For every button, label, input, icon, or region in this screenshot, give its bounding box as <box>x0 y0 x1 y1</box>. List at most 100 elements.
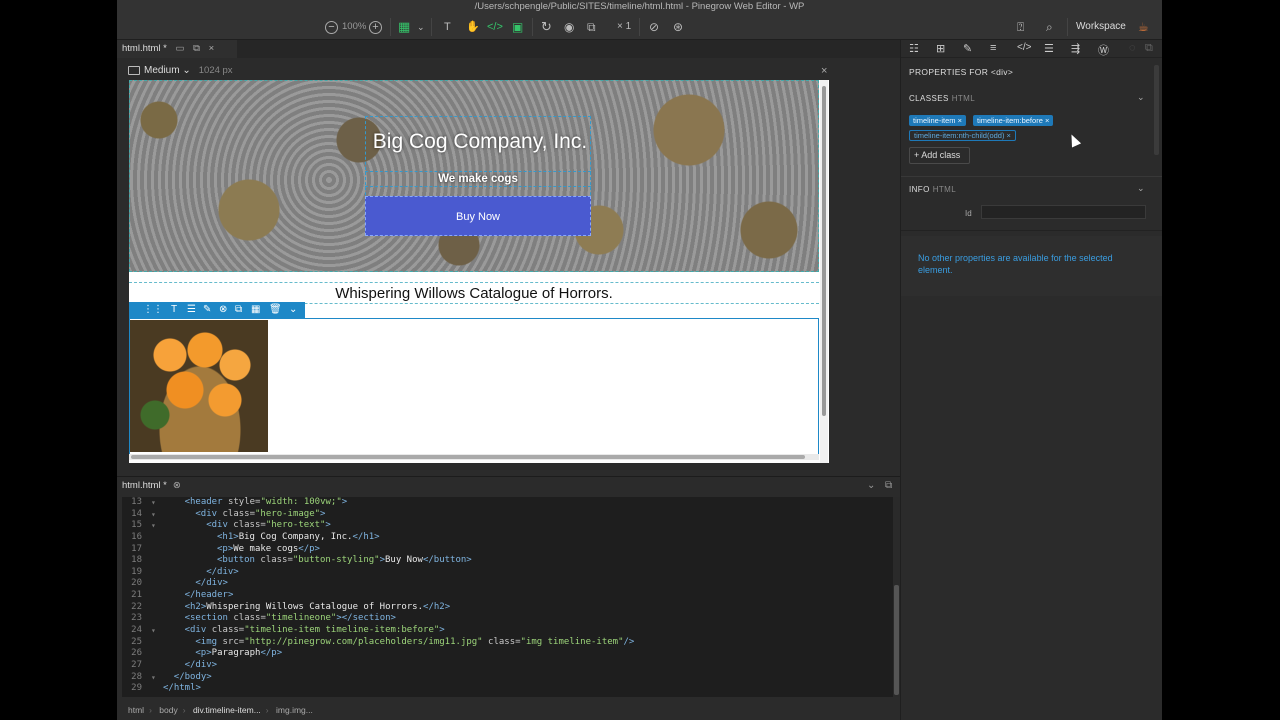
timeline-image[interactable] <box>130 320 268 452</box>
multiplier-label[interactable]: × 1 <box>617 18 631 36</box>
style-icon[interactable]: ✎ <box>963 42 972 55</box>
class-tag[interactable]: timeline-item:nth-child(odd) × <box>909 130 1016 141</box>
properties-title: PROPERTIES FOR <div> <box>909 67 1014 77</box>
breadcrumb-item[interactable]: div.timeline-item... <box>193 705 261 715</box>
code-text: <p>We make cogs</p> <box>217 543 320 554</box>
fold-icon[interactable]: ▾ <box>151 672 156 684</box>
buy-now-button[interactable]: Buy Now <box>365 196 591 236</box>
toolbar-separator <box>532 18 533 36</box>
class-tag[interactable]: timeline-item:before × <box>973 115 1054 126</box>
export-icon[interactable]: ⧉ <box>587 18 596 36</box>
id-field[interactable] <box>981 205 1146 219</box>
code-line[interactable]: 24 ▾ <div class="timeline-item timeline-it… <box>122 625 895 637</box>
code-split-icon[interactable]: ▣ <box>512 18 523 36</box>
grid-icon[interactable]: ▦ <box>251 302 260 318</box>
library-icon[interactable]: ⊞ <box>936 42 945 55</box>
zoom-level[interactable]: 100% <box>342 18 366 36</box>
wordpress-icon[interactable]: Ⓦ <box>1098 42 1109 58</box>
close-icon[interactable]: × <box>821 65 827 77</box>
undock-icon[interactable]: ⧉ <box>885 480 892 491</box>
refresh-icon[interactable]: ↻ <box>541 18 552 36</box>
device-selector[interactable]: Medium ⌄ 1024 px <box>128 64 233 78</box>
sliders-icon[interactable]: ☰ <box>187 302 196 318</box>
breadcrumb-item[interactable]: html <box>128 705 144 715</box>
help-icon[interactable]: ⍰ <box>1017 18 1024 36</box>
section-heading[interactable]: Whispering Willows Catalogue of Horrors. <box>129 282 819 304</box>
window-icon[interactable]: ▭ <box>176 43 185 54</box>
code-line[interactable]: 29 </html> <box>122 683 895 695</box>
search-icon[interactable]: ⌕ <box>1046 18 1053 36</box>
code-line[interactable]: 13 ▾ <header style="width: 100vw;"> <box>122 497 895 509</box>
code-line[interactable]: 21 </header> <box>122 590 895 602</box>
code-line[interactable]: 23 <section class="timelineone"></section… <box>122 613 895 625</box>
text-tool-icon[interactable]: T <box>444 18 451 36</box>
settings-icon[interactable]: ⊛ <box>673 18 683 36</box>
code-line[interactable]: 15 ▾ <div class="hero-text"> <box>122 520 895 532</box>
chevron-down-icon[interactable]: ⌄ <box>867 480 875 491</box>
classes-section-header[interactable]: CLASSES HTML <box>909 94 975 103</box>
properties-icon[interactable]: ☷ <box>909 42 919 55</box>
code-line[interactable]: 17 <p>We make cogs</p> <box>122 544 895 556</box>
line-number: 17 <box>131 543 142 554</box>
horizontal-scrollbar[interactable] <box>129 454 819 460</box>
page-canvas[interactable]: Big Cog Company, Inc. We make cogs Buy N… <box>129 80 829 463</box>
info-section-header[interactable]: INFO HTML <box>909 185 956 194</box>
code-line[interactable]: 22 <h2>Whispering Willows Catalogue of Ho… <box>122 602 895 614</box>
code-line[interactable]: 18 <button class="button-styling">Buy Now… <box>122 555 895 567</box>
hero-title[interactable]: Big Cog Company, Inc. <box>365 130 595 154</box>
fold-icon[interactable]: ▾ <box>151 625 156 637</box>
tree-icon[interactable]: ☰ <box>1044 42 1054 55</box>
edit-icon[interactable]: ⧉ <box>193 43 200 54</box>
line-number: 24 <box>131 625 142 636</box>
text-icon[interactable]: T <box>171 302 177 318</box>
components-icon[interactable]: ⇶ <box>1071 42 1080 55</box>
code-scrollbar[interactable] <box>893 497 900 697</box>
code-line[interactable]: 28 ▾ </body> <box>122 672 895 684</box>
preview-icon[interactable]: ◉ <box>564 18 574 36</box>
class-tag[interactable]: timeline-item × <box>909 115 966 126</box>
breadcrumb-item[interactable]: body <box>159 705 177 715</box>
zoom-in-icon[interactable]: + <box>369 18 382 36</box>
code-line[interactable]: 20 </div> <box>122 578 895 590</box>
fold-icon[interactable]: ▾ <box>151 520 156 532</box>
chevron-down-icon[interactable]: ⌄ <box>417 18 425 36</box>
chevron-down-icon[interactable]: ⌄ <box>1137 183 1145 194</box>
code-line[interactable]: 27 </div> <box>122 660 895 672</box>
tab-html[interactable]: html.html * ▭ ⧉ × <box>117 40 237 58</box>
eye-icon[interactable]: ◌ <box>1129 42 1136 54</box>
trash-icon[interactable]: 🗑 <box>269 302 282 318</box>
panel-scrollbar[interactable] <box>1154 65 1159 155</box>
brush-icon[interactable]: ✎ <box>203 302 211 318</box>
code-line[interactable]: 19 </div> <box>122 567 895 579</box>
zoom-out-icon[interactable]: − <box>325 18 338 36</box>
grid-icon[interactable]: ▦ <box>398 18 410 36</box>
chevron-down-icon[interactable]: ⌄ <box>289 302 297 318</box>
close-icon[interactable]: ⊗ <box>173 480 181 491</box>
vertical-scrollbar[interactable] <box>820 80 828 463</box>
code-line[interactable]: 16 <h1>Big Cog Company, Inc.</h1> <box>122 532 895 544</box>
link-icon[interactable]: ⊗ <box>219 302 227 318</box>
code-editor[interactable]: 13 ▾ <header style="width: 100vw;"> 14 ▾ <div… <box>122 497 895 697</box>
hide-icon[interactable]: ⊘ <box>649 18 659 36</box>
code-line[interactable]: 14 ▾ <div class="hero-image"> <box>122 509 895 521</box>
actions-icon[interactable]: ≡ <box>990 42 996 54</box>
drag-handle-icon[interactable]: ⋮⋮ <box>143 302 163 318</box>
duplicate-icon[interactable]: ⧉ <box>235 302 242 318</box>
fold-icon[interactable]: ▾ <box>151 509 156 521</box>
add-class-button[interactable]: + Add class <box>909 147 970 164</box>
close-icon[interactable]: × <box>209 43 215 54</box>
code-tabbar: html.html * ⊗ ⌄ ⧉ <box>117 476 900 494</box>
code-line[interactable]: 25 <img src="http://pinegrow.com/placehol… <box>122 637 895 649</box>
undock-icon[interactable]: ⧉ <box>1145 42 1153 55</box>
code-icon[interactable]: </> <box>487 18 503 36</box>
code-icon[interactable]: </> <box>1017 42 1031 53</box>
coffee-icon[interactable]: ☕ <box>1138 18 1149 36</box>
hero-subtitle[interactable]: We make cogs <box>365 171 591 187</box>
breadcrumb-item[interactable]: img.img... <box>276 705 313 715</box>
workspace-button[interactable]: Workspace <box>1076 18 1126 36</box>
hand-icon[interactable]: ✋ <box>466 18 480 36</box>
fold-icon[interactable]: ▾ <box>151 497 156 509</box>
code-tab-html[interactable]: html.html * ⊗ <box>122 477 181 495</box>
code-line[interactable]: 26 <p>Paragraph</p> <box>122 648 895 660</box>
chevron-down-icon[interactable]: ⌄ <box>1137 92 1145 103</box>
